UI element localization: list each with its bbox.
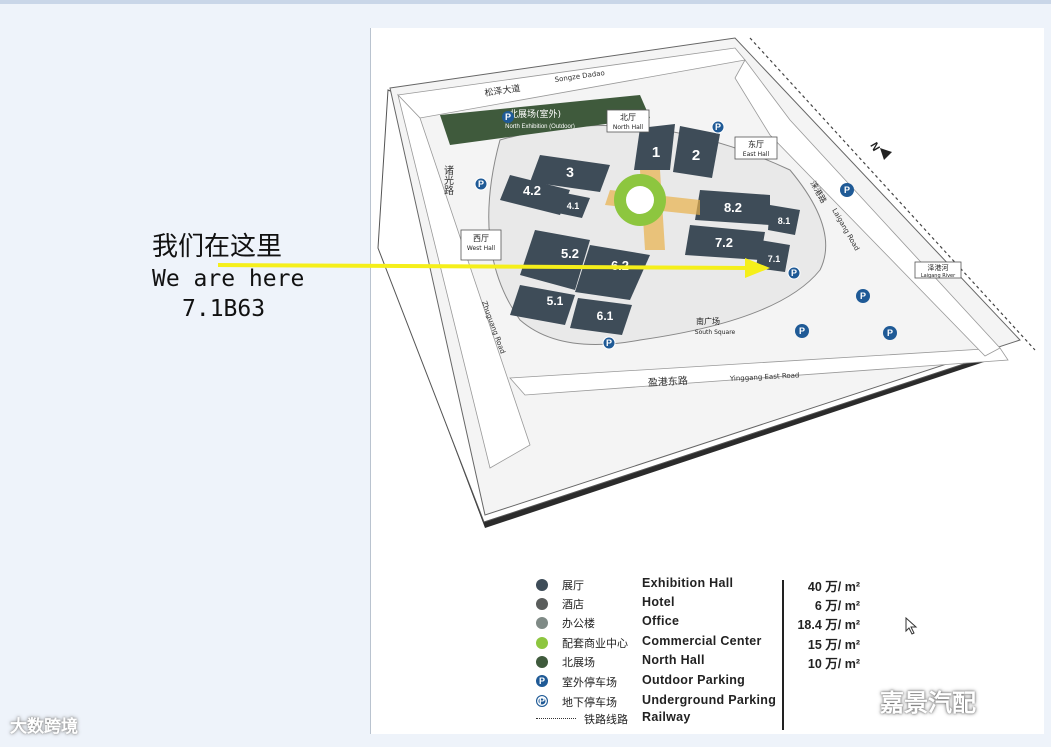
svg-text:P: P (799, 326, 805, 336)
hall-label-7-2: 7.2 (715, 235, 733, 250)
svg-text:P: P (478, 179, 484, 189)
hall-label-8-2: 8.2 (724, 200, 742, 215)
callout-zh: 我们在这里 (152, 232, 283, 262)
outdoor-parking-icon: P (536, 675, 548, 687)
west-hall-zh: 西厅 (473, 234, 489, 243)
legend-row: 北展场 North Hall 10 万/ m² (532, 653, 872, 671)
hall-label-3: 3 (566, 164, 574, 180)
watermark-left: 大数跨境 (10, 717, 78, 737)
svg-text:P: P (505, 112, 511, 122)
hotel-swatch-icon (536, 598, 548, 610)
compass-icon: N (867, 141, 892, 160)
north-exhibition-label-en: North Exhibition (Outdoor) (505, 124, 575, 130)
south-square-en: South Square (695, 329, 736, 336)
north-hall-zh: 北厅 (620, 113, 636, 122)
legend-row: 铁路线路 Railway (532, 710, 872, 728)
east-hall-zh: 东厅 (748, 139, 764, 149)
legend-row: 展厅 Exhibition Hall 40 万/ m² (532, 576, 872, 594)
railway-line-icon (536, 718, 576, 719)
west-hall-en: West Hall (467, 245, 496, 252)
north-exhibition-label: 北展场(室外) (509, 108, 561, 120)
hall-label-4-2: 4.2 (523, 183, 541, 198)
hall-label-4-1: 4.1 (567, 201, 580, 211)
north-hall-en: North Hall (613, 124, 644, 131)
expo-site-map: 北展场(室外) North Exhibition (Outdoor) 1 2 3… (217, 37, 1036, 528)
hall-label-8-1: 8.1 (778, 216, 791, 226)
compass-arrow (880, 148, 892, 160)
zhuguang-road-zh: 诸光路 (442, 165, 454, 196)
svg-text:P: P (860, 291, 866, 301)
hall-label-6-1: 6.1 (597, 309, 614, 323)
svg-text:P: P (844, 185, 850, 195)
legend-row: 配套商业中心 Commercial Center 15 万/ m² (532, 634, 872, 652)
east-hall-en: East Hall (743, 151, 770, 158)
svg-text:P: P (606, 338, 612, 348)
legend-row: P 室外停车场 Outdoor Parking (532, 673, 872, 691)
hall-label-1: 2 (692, 147, 700, 164)
svg-text:P: P (791, 268, 797, 278)
legend-row: 办公楼 Office 18.4 万/ m² (532, 614, 872, 632)
hall-label-2: 1 (652, 144, 660, 161)
booth-number: 7.1B63 (182, 296, 266, 322)
svg-text:P: P (887, 328, 893, 338)
watermark-right: 嘉景汽配 (880, 689, 976, 717)
callout-en: We are here (152, 266, 305, 292)
we-are-here-callout: 我们在这里 We are here 7.1B63 (152, 230, 304, 324)
central-ring-inner (626, 186, 654, 214)
legend-row: P 地下停车场 Underground Parking (532, 693, 872, 711)
svg-text:P: P (715, 122, 721, 132)
south-square-zh: 南广场 (696, 316, 720, 326)
legend-row: 酒店 Hotel 6 万/ m² (532, 595, 872, 613)
river-en: Laigang River (921, 273, 956, 279)
office-swatch-icon (536, 617, 548, 629)
river-zh: 泽港河 (928, 263, 949, 272)
hall-label-5-2: 5.2 (561, 246, 579, 261)
hall-label-7-1: 7.1 (768, 254, 781, 264)
hall-label-5-1: 5.1 (547, 294, 564, 308)
commercial-center-swatch-icon (536, 637, 548, 649)
underground-parking-icon: P (536, 695, 548, 707)
exhibition-hall-swatch-icon (536, 579, 548, 591)
north-hall-swatch-icon (536, 656, 548, 668)
compass-label: N (867, 141, 881, 154)
mouse-cursor-icon (905, 617, 918, 635)
